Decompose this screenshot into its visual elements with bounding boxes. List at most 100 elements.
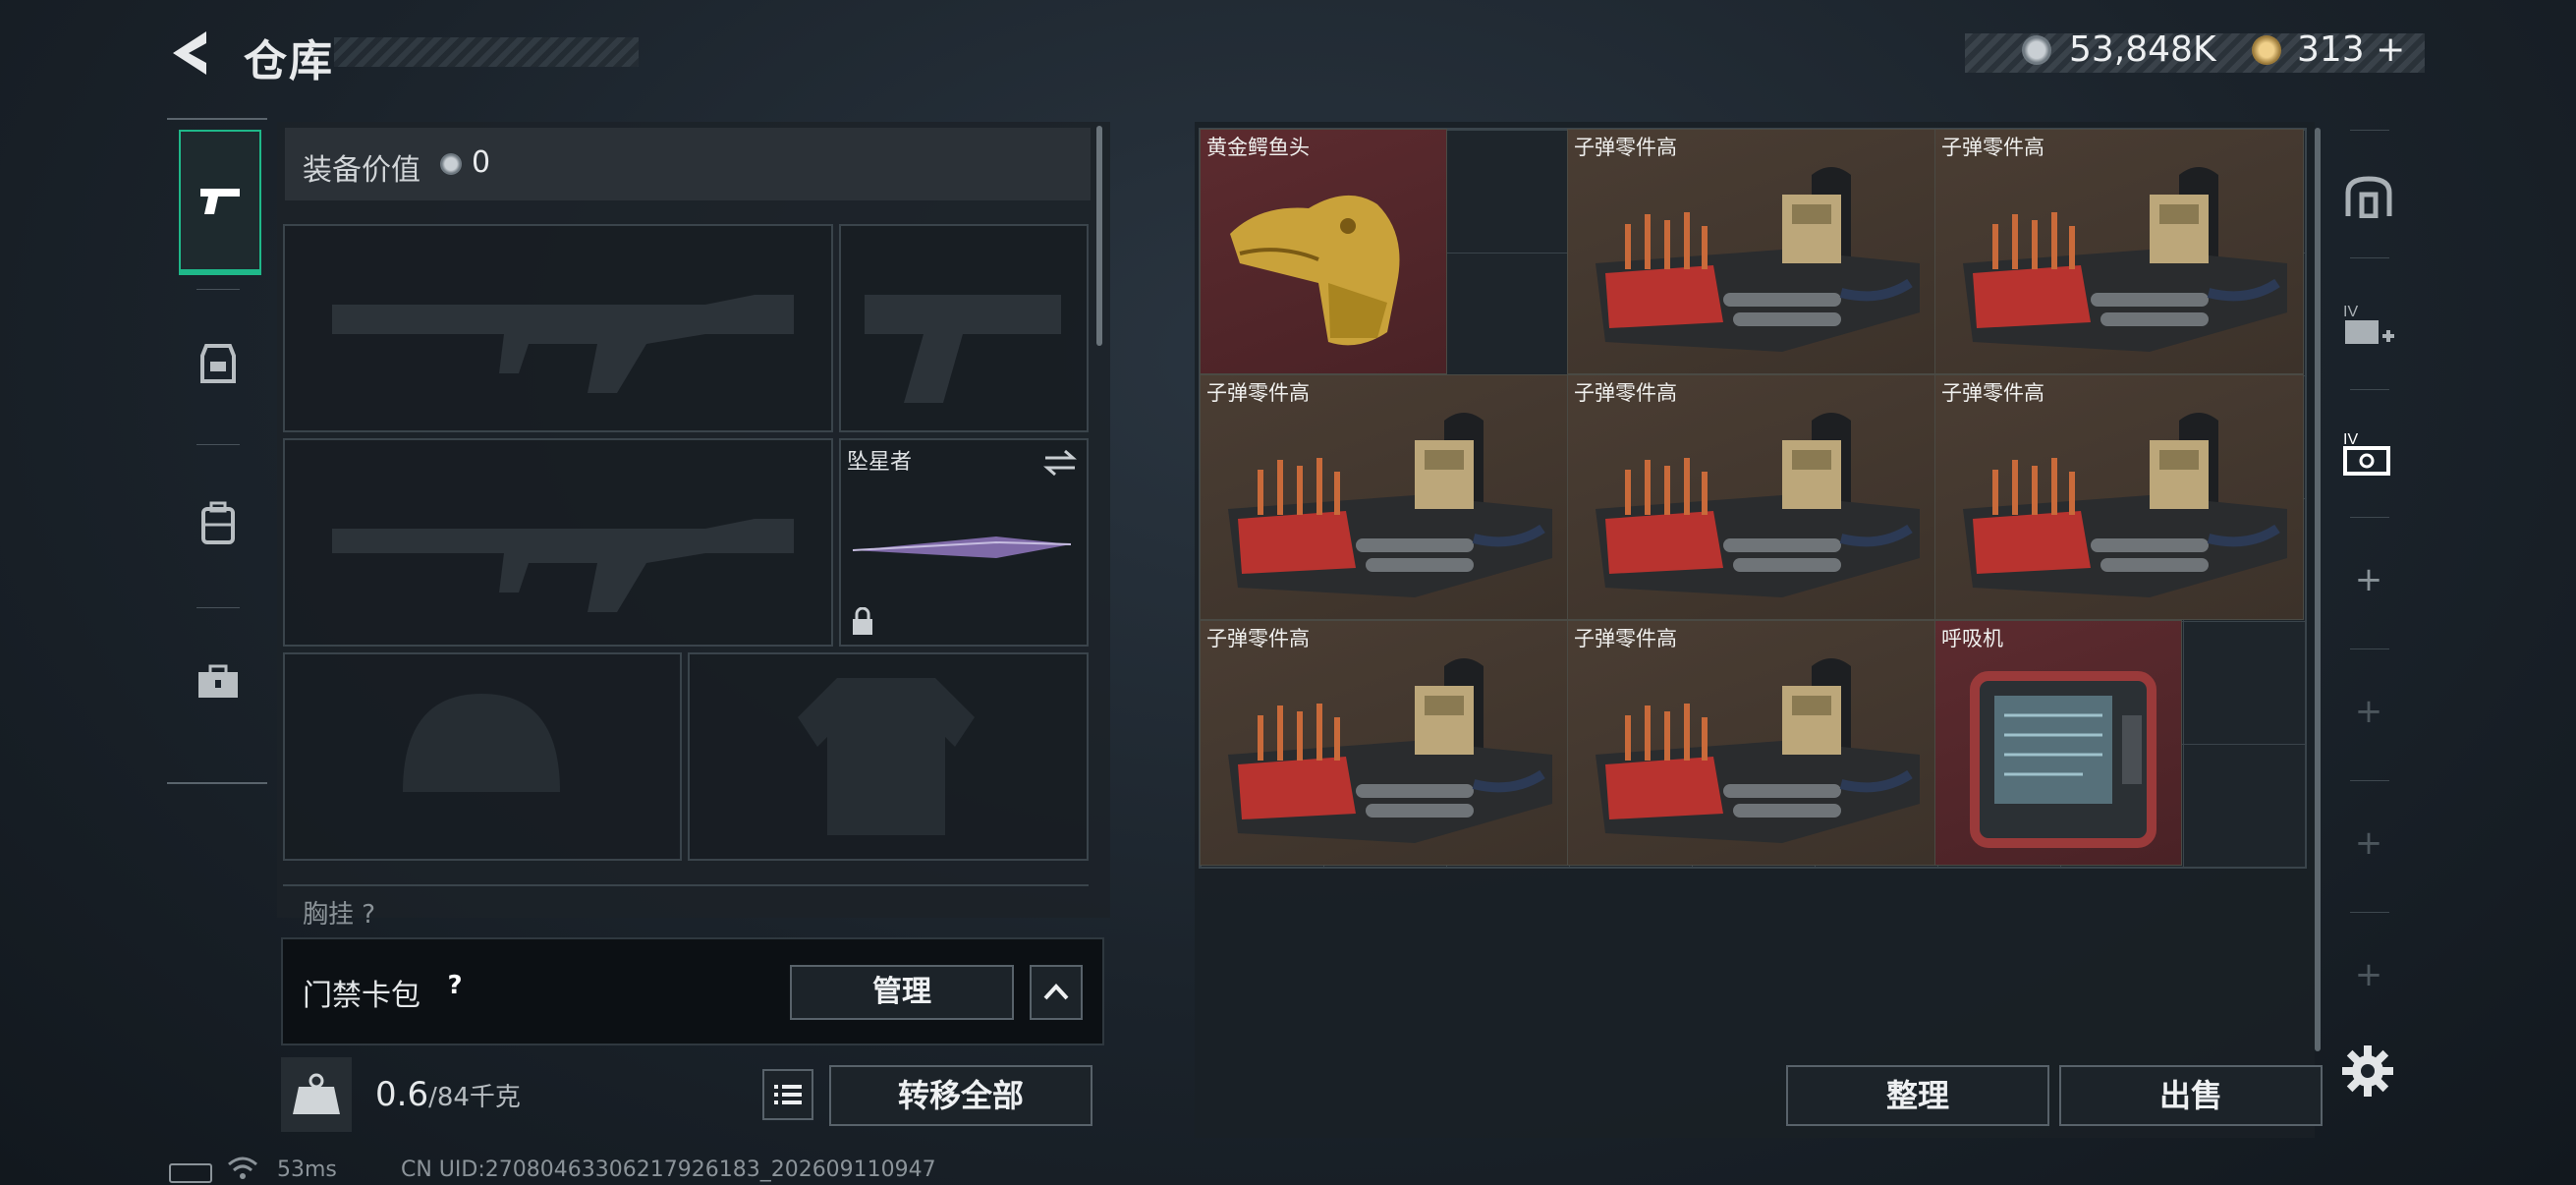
safe-box-icon: IV — [2343, 431, 2390, 476]
currency-secondary-value[interactable]: 313 + — [2297, 29, 2405, 70]
card-bag-label: 门禁卡包 — [303, 979, 420, 1013]
ammo-parts-crate-icon — [1228, 658, 1552, 843]
ammo-parts-crate-icon — [1596, 658, 1920, 843]
currency-secondary-amount: 313 — [2297, 29, 2365, 70]
svg-text:IV: IV — [2343, 431, 2358, 448]
warehouse-item[interactable]: 子弹零件高 — [1200, 374, 1569, 620]
pistol-icon — [200, 189, 240, 214]
item-name: 子弹零件高 — [1941, 381, 2044, 405]
body-armor-slot[interactable] — [688, 652, 1089, 861]
warehouse-item[interactable]: 黄金鳄鱼头 — [1200, 129, 1447, 374]
manage-button[interactable]: 管理 — [790, 965, 1014, 1020]
plus-icon: + — [2354, 692, 2383, 731]
equipment-value-label: 装备价值 — [303, 153, 420, 188]
sort-button[interactable]: 整理 — [1786, 1065, 2049, 1126]
collapse-button[interactable] — [1030, 965, 1083, 1020]
melee-slot[interactable]: 坠星者 — [839, 438, 1089, 647]
rail-item-expand-storage[interactable]: IV — [2334, 275, 2403, 373]
armor-silhouette-icon — [798, 678, 975, 835]
weight-current: 0.6 — [375, 1075, 429, 1114]
item-name: 黄金鳄鱼头 — [1206, 136, 1310, 159]
page-title: 仓库 — [244, 36, 334, 86]
rifle-silhouette-icon — [332, 519, 794, 612]
weight-icon — [293, 1073, 340, 1114]
warehouse-scrollbar[interactable] — [2315, 128, 2321, 1051]
equipment-nav — [167, 118, 267, 784]
rail-add-slot-3[interactable]: + — [2334, 794, 2403, 892]
sell-button[interactable]: 出售 — [2059, 1065, 2323, 1126]
item-name: 子弹零件高 — [1574, 627, 1677, 650]
nav-item-armor[interactable] — [179, 305, 257, 423]
backpack-icon — [201, 501, 235, 544]
warehouse-item[interactable]: 子弹零件高 — [1567, 620, 1936, 866]
item-name: 子弹零件高 — [1574, 381, 1677, 405]
battery-icon — [169, 1163, 212, 1183]
primary-weapon-slot[interactable] — [283, 224, 833, 432]
weight-icon-box — [281, 1057, 352, 1132]
plus-icon: + — [2354, 955, 2383, 994]
user-uid: CN UID:27080463306217926183_202609110947 — [401, 1157, 936, 1182]
item-name: 呼吸机 — [1941, 627, 2003, 650]
nav-item-weapons[interactable] — [179, 130, 261, 275]
list-view-button[interactable] — [762, 1069, 813, 1120]
add-currency-button[interactable]: + — [2376, 29, 2405, 70]
ammo-parts-crate-icon — [1963, 413, 2287, 597]
respirator-device-icon — [1970, 671, 2156, 848]
chest-rig-slot[interactable]: 胸挂 ? — [283, 884, 1089, 926]
warehouse-item[interactable]: 子弹零件高 — [1934, 374, 2304, 620]
ping-value: 53ms — [277, 1157, 337, 1182]
vault-icon — [2345, 176, 2392, 218]
vest-icon — [200, 344, 236, 383]
warehouse-item[interactable]: 子弹零件高 — [1200, 620, 1569, 866]
equipment-scrollbar[interactable] — [1096, 126, 1102, 346]
coin-icon — [2022, 35, 2051, 65]
storage-add-icon: IV — [2343, 304, 2394, 344]
warehouse-item[interactable]: 子弹零件高 — [1567, 374, 1936, 620]
toolbox-icon — [198, 664, 238, 698]
swap-icon[interactable] — [1043, 448, 1077, 478]
helmet-slot[interactable] — [283, 652, 682, 861]
nav-item-backpack[interactable] — [179, 464, 257, 582]
helmet-silhouette-icon — [403, 694, 560, 792]
nav-item-toolbox[interactable] — [179, 623, 257, 741]
rail-item-safe-box[interactable]: IV — [2334, 403, 2403, 501]
lock-icon — [853, 607, 872, 635]
tertiary-weapon-slot[interactable] — [283, 438, 833, 647]
wifi-icon — [228, 1157, 257, 1179]
item-name: 子弹零件高 — [1941, 136, 2044, 159]
ammo-parts-crate-icon — [1596, 167, 1920, 352]
plus-icon: + — [2354, 823, 2383, 863]
item-name: 子弹零件高 — [1206, 627, 1310, 650]
transfer-all-button[interactable]: 转移全部 — [829, 1065, 1092, 1126]
ammo-parts-crate-icon — [1596, 413, 1920, 597]
rail-add-slot-1[interactable]: + — [2334, 531, 2403, 629]
rifle-silhouette-icon — [332, 295, 794, 393]
rail-add-slot-4[interactable]: + — [2334, 926, 2403, 1024]
warehouse-item[interactable]: 子弹零件高 — [1567, 129, 1936, 374]
currency-primary-value: 53,848K — [2069, 29, 2216, 70]
back-arrow-icon[interactable] — [167, 28, 216, 79]
rail-add-slot-2[interactable]: + — [2334, 662, 2403, 761]
chest-rig-label: 胸挂 ? — [303, 900, 376, 926]
ammo-parts-crate-icon — [1963, 167, 2287, 352]
svg-text:IV: IV — [2343, 304, 2358, 320]
equipment-value: 0 — [472, 145, 491, 180]
carry-weight: 0.6/84千克 — [375, 1075, 521, 1114]
rail-item-storage[interactable] — [2334, 147, 2403, 246]
knife-icon — [852, 536, 1072, 558]
pistol-silhouette-icon — [865, 295, 1061, 403]
golden-crocodile-head-icon — [1230, 195, 1400, 346]
storage-rail: IV IV + + + + — [2334, 128, 2403, 1032]
plus-icon: + — [2354, 560, 2383, 599]
item-name: 子弹零件高 — [1574, 136, 1677, 159]
premium-coin-icon — [2252, 35, 2281, 65]
ammo-parts-crate-icon — [1228, 413, 1552, 597]
chevron-up-icon — [1043, 984, 1069, 1000]
gear-icon[interactable] — [2338, 1042, 2397, 1100]
secondary-weapon-slot[interactable] — [839, 224, 1089, 432]
list-icon — [774, 1085, 802, 1104]
weight-max: /84千克 — [428, 1083, 521, 1112]
warehouse-item[interactable]: 呼吸机 — [1934, 620, 2182, 866]
help-icon[interactable]: ? — [438, 971, 472, 1004]
warehouse-item[interactable]: 子弹零件高 — [1934, 129, 2304, 374]
